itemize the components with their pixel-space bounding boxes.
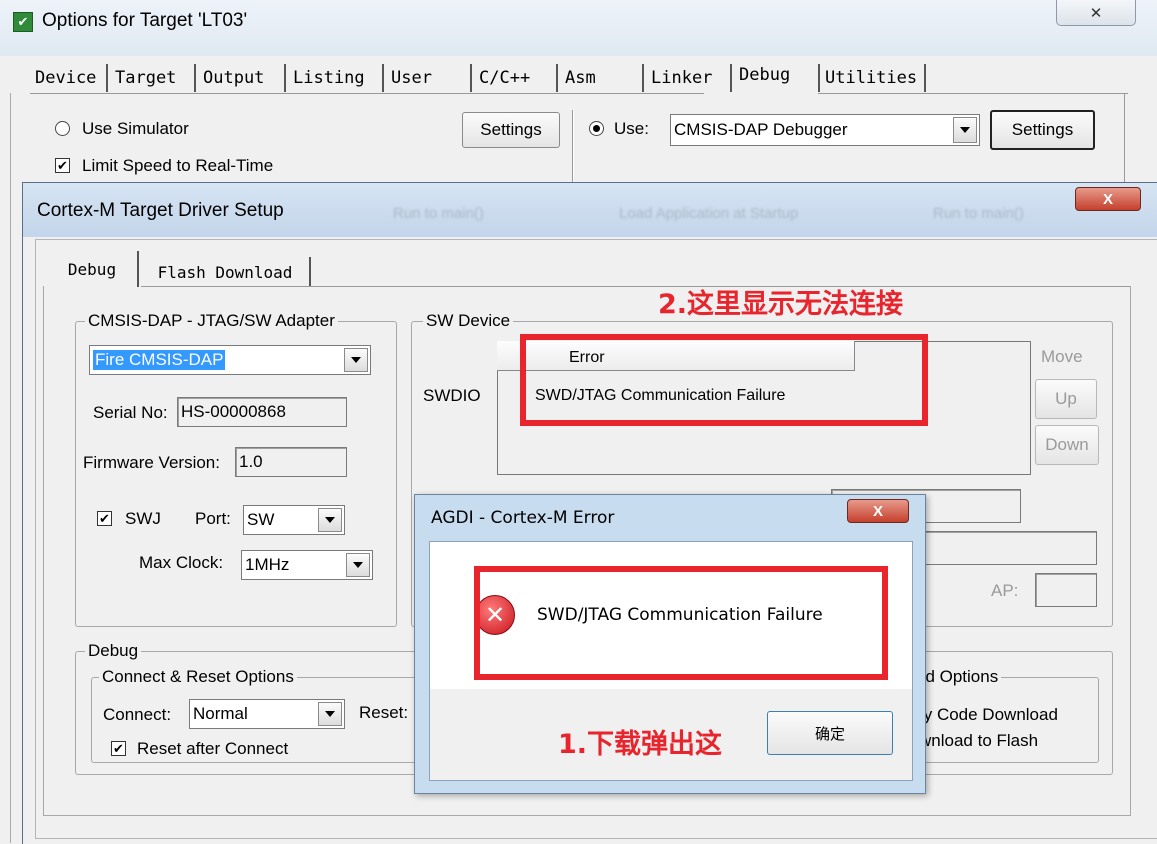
error-dialog-close-button[interactable]: X	[847, 499, 909, 523]
tab-output[interactable]: Output	[198, 64, 286, 92]
chevron-down-icon	[344, 348, 368, 372]
tab-user[interactable]: User	[386, 64, 472, 92]
close-icon: X	[1102, 190, 1113, 208]
port-select[interactable]: SW	[243, 505, 345, 535]
move-down-button[interactable]: Down	[1035, 425, 1099, 465]
close-icon: X	[872, 502, 883, 520]
chevron-down-icon	[318, 508, 342, 532]
device-desc-field	[923, 531, 1097, 565]
limit-speed-checkbox[interactable]: ✔	[55, 158, 70, 173]
chevron-down-icon	[318, 702, 342, 726]
limit-speed-label: Limit Speed to Real-Time	[82, 156, 274, 175]
firmware-label: Firmware Version:	[83, 453, 220, 472]
download-options-label: ad Options	[913, 667, 1002, 687]
tab-panel-left-edge	[10, 93, 11, 843]
reset-after-connect-checkbox[interactable]: ✔	[111, 741, 126, 756]
swdio-label: SWDIO	[423, 386, 481, 405]
ghost-option-1: Run to main()	[393, 205, 484, 222]
ghost-option-3: Run to main()	[933, 205, 1024, 222]
tab-device[interactable]: Device	[30, 64, 108, 92]
verify-download-label: fy Code Download	[919, 705, 1058, 724]
use-label: Use:	[614, 119, 649, 138]
ok-button[interactable]: 确定	[767, 711, 893, 755]
pane-divider	[572, 110, 573, 190]
debug-group-label: Debug	[85, 641, 142, 661]
use-debugger-radio[interactable]	[589, 121, 604, 136]
tab-target[interactable]: Target	[110, 64, 196, 92]
close-icon: ✕	[1089, 4, 1103, 22]
firmware-field: 1.0	[235, 447, 347, 477]
max-clock-label: Max Clock:	[139, 553, 224, 572]
driver-setup-close-button[interactable]: X	[1075, 187, 1141, 211]
serial-label: Serial No:	[93, 403, 168, 422]
swj-label: SWJ	[125, 509, 161, 528]
driver-setup-title: Cortex-M Target Driver Setup	[37, 200, 284, 221]
tab-strip-baseline-right	[818, 93, 1128, 94]
annotation-note-download: 1.下载弹出这	[558, 729, 723, 760]
tab-utilities[interactable]: Utilities	[818, 64, 926, 92]
connect-select[interactable]: Normal	[189, 699, 345, 729]
connect-reset-label: Connect & Reset Options	[99, 667, 297, 687]
debugger-select[interactable]: CMSIS-DAP Debugger	[670, 114, 980, 146]
annotation-box-dialog	[474, 566, 888, 680]
options-window-title: Options for Target 'LT03'	[42, 10, 248, 31]
tab-debug-active[interactable]: Debug	[734, 58, 816, 92]
sw-device-label: SW Device	[423, 311, 514, 331]
use-simulator-radio[interactable]	[55, 121, 70, 136]
reset-after-connect-label: Reset after Connect	[137, 739, 289, 758]
simulator-settings-button[interactable]: Settings	[462, 112, 560, 148]
port-label: Port:	[195, 509, 231, 528]
tab-flash-download[interactable]: Flash Download	[141, 257, 311, 287]
tab-asm[interactable]: Asm	[560, 64, 644, 92]
swj-checkbox[interactable]: ✔	[97, 511, 112, 526]
adapter-select[interactable]: Fire CMSIS-DAP	[89, 345, 371, 375]
move-up-button[interactable]: Up	[1035, 379, 1097, 419]
reset-label: Reset:	[359, 703, 409, 722]
error-dialog-title: AGDI - Cortex-M Error	[431, 508, 615, 528]
tab-driver-debug[interactable]: Debug	[47, 251, 139, 287]
chevron-down-icon	[953, 117, 977, 143]
download-flash-label: wnload to Flash	[919, 731, 1039, 750]
annotation-box-list	[520, 334, 928, 426]
app-icon: ✔	[13, 12, 33, 32]
ghost-option-2: Load Application at Startup	[619, 205, 799, 222]
debugger-settings-button[interactable]: Settings	[990, 110, 1095, 150]
annotation-note-connect: 2.这里显示无法连接	[658, 289, 904, 320]
chevron-down-icon	[346, 553, 370, 577]
tab-strip-baseline	[30, 93, 704, 94]
move-label: Move	[1041, 347, 1083, 366]
tab-cpp[interactable]: C/C++	[474, 64, 558, 92]
adapter-group-label: CMSIS-DAP - JTAG/SW Adapter	[85, 311, 338, 331]
tab-listing[interactable]: Listing	[288, 64, 384, 92]
options-tab-strip: Device Target Output Listing User C/C++ …	[30, 64, 940, 94]
ap-field	[1035, 573, 1097, 607]
serial-field: HS-00000868	[177, 397, 347, 427]
options-close-button[interactable]: ✕	[1056, 0, 1136, 26]
max-clock-select[interactable]: 1MHz	[241, 550, 373, 580]
connect-label: Connect:	[103, 705, 172, 724]
tab-panel-right-edge	[1124, 93, 1125, 193]
ap-label: AP:	[991, 581, 1019, 600]
tab-linker[interactable]: Linker	[646, 64, 732, 92]
use-simulator-label: Use Simulator	[82, 119, 189, 138]
